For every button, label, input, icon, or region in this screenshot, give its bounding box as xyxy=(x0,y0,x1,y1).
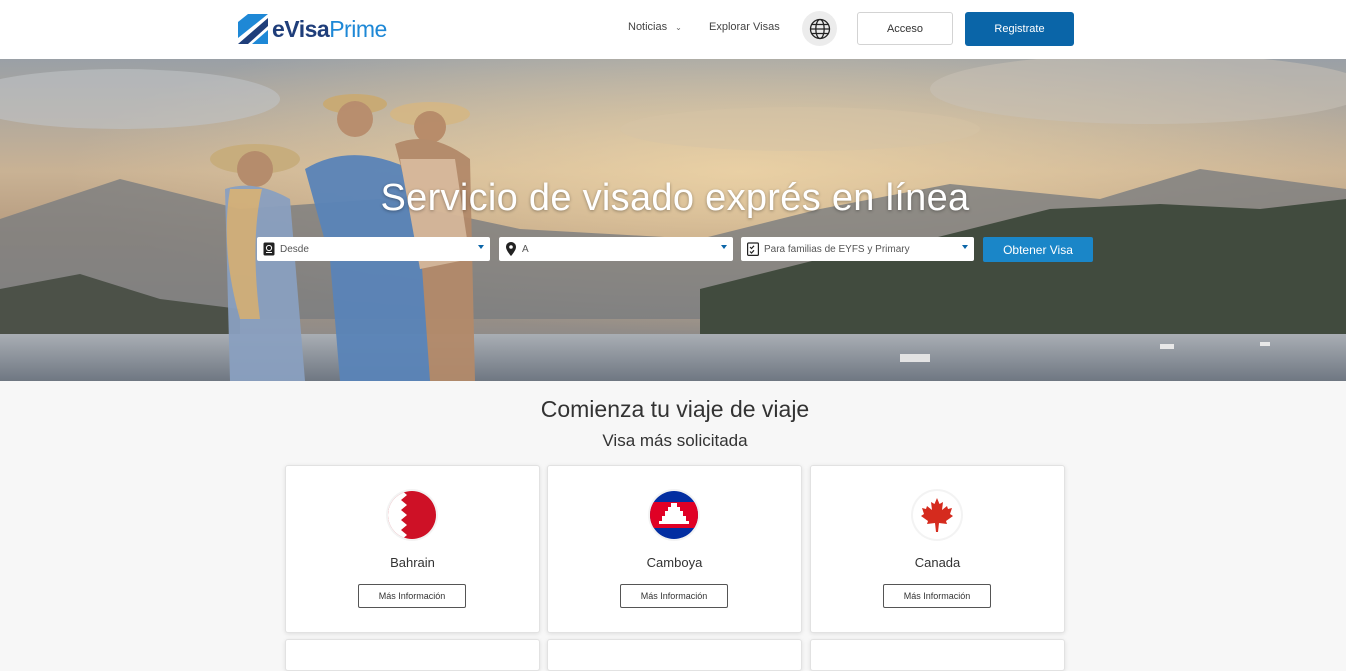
more-info-button[interactable]: Más Información xyxy=(358,584,466,608)
canada-flag-icon xyxy=(911,489,963,541)
nav-news-label: Noticias xyxy=(628,21,668,33)
logo-icon xyxy=(238,14,268,44)
section-subtitle: Visa más solicitada xyxy=(602,431,748,450)
checklist-icon xyxy=(746,242,760,256)
more-info-button[interactable]: Más Información xyxy=(883,584,991,608)
country-card-cambodia[interactable]: Camboya Más Información xyxy=(547,465,802,633)
logo-text: eVisaPrime xyxy=(272,15,387,42)
location-pin-icon xyxy=(504,242,518,256)
country-card-partial[interactable] xyxy=(285,639,540,671)
more-info-button[interactable]: Más Información xyxy=(620,584,728,608)
caret-down-icon xyxy=(721,245,727,249)
register-button[interactable]: Registrate xyxy=(965,12,1074,46)
cambodia-flag-icon xyxy=(648,489,700,541)
country-name: Canada xyxy=(914,555,961,570)
bahrain-flag-icon xyxy=(386,489,438,541)
get-visa-button[interactable]: Obtener Visa xyxy=(983,237,1093,262)
hero-background-image xyxy=(0,59,1346,381)
visa-type-select[interactable]: Para familias de EYFS y Primary xyxy=(741,237,974,261)
section-title: Comienza tu viaje de viaje xyxy=(540,396,810,422)
site-logo[interactable]: eVisaPrime xyxy=(238,13,387,45)
destination-select[interactable]: A xyxy=(499,237,733,261)
origin-select[interactable]: Desde xyxy=(257,237,490,261)
country-name: Camboya xyxy=(646,555,703,570)
hero-banner: Servicio de visado exprés en línea Desde… xyxy=(0,59,1346,381)
country-card-partial[interactable] xyxy=(547,639,802,671)
nav-explore-visas[interactable]: Explorar Visas xyxy=(709,21,780,33)
hero-title: Servicio de visado exprés en línea xyxy=(380,177,970,219)
globe-icon xyxy=(809,18,830,39)
country-name: Bahrain xyxy=(390,555,435,570)
caret-down-icon xyxy=(962,245,968,249)
origin-select-value: Desde xyxy=(280,243,309,255)
visa-type-select-value: Para familias de EYFS y Primary xyxy=(764,243,910,255)
passport-icon xyxy=(262,242,276,256)
caret-down-icon xyxy=(478,245,484,249)
country-card-bahrain[interactable]: Bahrain Más Información xyxy=(285,465,540,633)
site-header: eVisaPrime Noticias ⌄ Explorar Visas Acc… xyxy=(0,0,1346,59)
language-button[interactable] xyxy=(802,11,837,46)
country-card-partial[interactable] xyxy=(810,639,1065,671)
login-button[interactable]: Acceso xyxy=(857,12,953,45)
nav-news[interactable]: Noticias ⌄ xyxy=(628,21,682,33)
chevron-down-icon: ⌄ xyxy=(675,22,682,32)
country-card-canada[interactable]: Canada Más Información xyxy=(810,465,1065,633)
destination-select-value: A xyxy=(522,243,529,255)
